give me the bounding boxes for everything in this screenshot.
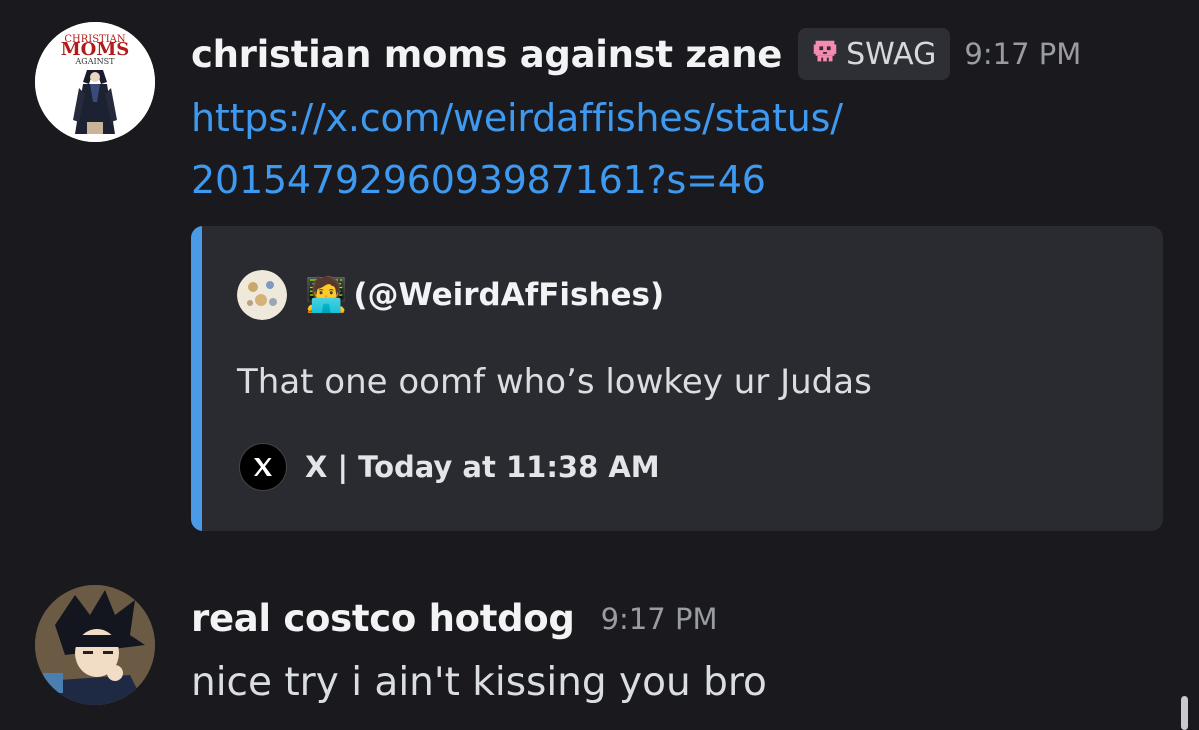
embed-accent-bar <box>191 226 202 531</box>
message-header: real costco hotdog 9:17 PM <box>191 597 717 640</box>
role-tag[interactable]: SWAG <box>798 28 951 80</box>
embed-footer-text: X | Today at 11:38 AM <box>305 450 660 484</box>
anime-character-avatar-image <box>35 585 155 705</box>
chat-message-list: CHRISTIAN MOMS AGAINST christian moms ag… <box>0 0 1199 730</box>
message-text: nice try i ain't kissing you bro <box>191 660 767 705</box>
avatar-logo-line3: AGAINST <box>75 57 116 66</box>
timestamp: 9:17 PM <box>600 601 718 636</box>
embed-footer: X | Today at 11:38 AM <box>239 443 660 491</box>
user-avatar[interactable] <box>35 585 155 705</box>
technologist-emoji-icon: 🧑‍💻 <box>305 275 348 315</box>
message-link-line-1[interactable]: https://x.com/weirdaffishes/status/ <box>191 87 843 149</box>
username[interactable]: real costco hotdog <box>191 597 575 640</box>
scrollbar-thumb[interactable] <box>1181 696 1188 730</box>
username[interactable]: christian moms against zane <box>191 33 782 76</box>
embed-description: That one oomf who’s lowkey ur Judas <box>237 362 872 402</box>
timestamp: 9:17 PM <box>964 37 1082 71</box>
embed-author-handle[interactable]: (@WeirdAfFishes) <box>353 277 664 313</box>
user-avatar[interactable]: CHRISTIAN MOMS AGAINST <box>35 22 155 142</box>
role-tag-label: SWAG <box>846 36 937 72</box>
moms-against-logo-image: CHRISTIAN MOMS AGAINST <box>35 22 155 142</box>
link-embed[interactable]: 🧑‍💻 (@WeirdAfFishes) That one oomf who’s… <box>191 226 1163 531</box>
embed-author[interactable]: 🧑‍💻 (@WeirdAfFishes) <box>237 270 664 320</box>
message-header: christian moms against zane SWAG 9:17 PM <box>191 28 1081 80</box>
x-logo-icon <box>239 443 287 491</box>
embed-author-avatar <box>237 270 287 320</box>
message-link-line-2[interactable]: 2015479296093987161?s=46 <box>191 149 766 211</box>
skull-icon <box>810 37 840 71</box>
